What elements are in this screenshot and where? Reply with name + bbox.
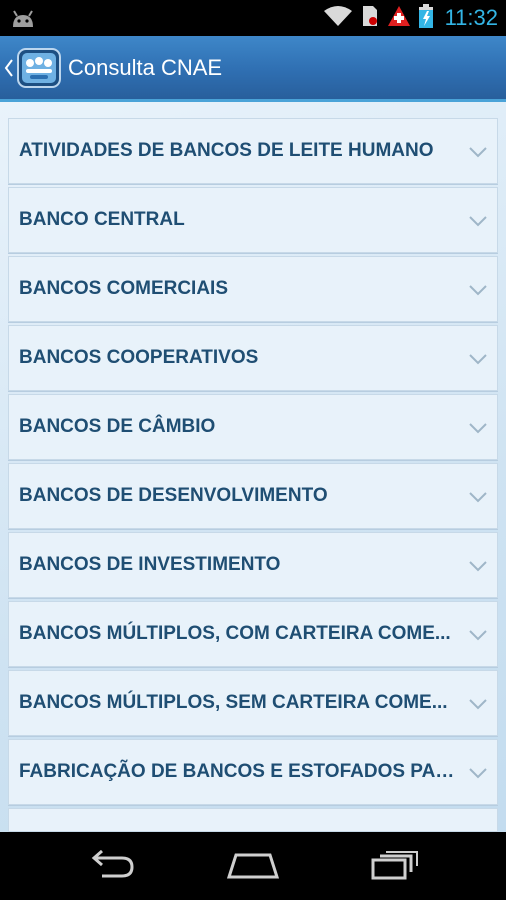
chevron-down-icon[interactable] xyxy=(469,214,487,232)
list-item-label: BANCOS DE INVESTIMENTO xyxy=(19,554,281,575)
page-title: Consulta CNAE xyxy=(68,55,223,80)
status-bar: 11:32 xyxy=(0,0,506,36)
content-area: ATIVIDADES DE BANCOS DE LEITE HUMANO BAN… xyxy=(0,102,506,832)
list-item[interactable]: BANCO CENTRAL xyxy=(8,187,498,253)
chevron-down-icon[interactable] xyxy=(469,628,487,646)
list-item[interactable]: ATIVIDADES DE BANCOS DE LEITE HUMANO xyxy=(8,118,498,184)
chevron-down-icon[interactable] xyxy=(469,559,487,577)
list-item[interactable]: BANCOS DE INVESTIMENTO xyxy=(8,532,498,598)
chevron-down-icon[interactable] xyxy=(469,145,487,163)
chevron-down-icon[interactable] xyxy=(469,766,487,784)
list-item-partial[interactable] xyxy=(8,808,498,832)
back-icon[interactable] xyxy=(88,849,136,885)
swiss-flag-icon xyxy=(387,5,411,32)
list-item-label: BANCOS COOPERATIVOS xyxy=(19,347,259,368)
list-item-label: BANCO CENTRAL xyxy=(19,209,185,230)
chevron-down-icon[interactable] xyxy=(469,697,487,715)
sd-card-icon xyxy=(361,5,379,32)
chevron-down-icon[interactable] xyxy=(469,421,487,439)
list-item-label: BANCOS DE DESENVOLVIMENTO xyxy=(19,485,328,506)
list-item[interactable]: BANCOS DE CÂMBIO xyxy=(8,394,498,460)
list-item[interactable]: BANCOS MÚLTIPLOS, COM CARTEIRA COME... xyxy=(8,601,498,667)
list-item[interactable]: BANCOS DE DESENVOLVIMENTO xyxy=(8,463,498,529)
cnae-list: ATIVIDADES DE BANCOS DE LEITE HUMANO BAN… xyxy=(8,118,498,832)
app-logo-icon[interactable] xyxy=(16,45,62,91)
list-item[interactable]: BANCOS MÚLTIPLOS, SEM CARTEIRA COME... xyxy=(8,670,498,736)
list-item-label: ATIVIDADES DE BANCOS DE LEITE HUMANO xyxy=(19,140,434,161)
battery-charging-icon xyxy=(418,3,433,33)
list-item-label: BANCOS MÚLTIPLOS, COM CARTEIRA COME... xyxy=(19,623,451,644)
status-clock: 11:32 xyxy=(444,5,498,30)
list-item-label: BANCOS DE CÂMBIO xyxy=(19,416,216,437)
list-item[interactable]: FABRICAÇÃO DE BANCOS E ESTOFADOS PAR... xyxy=(8,739,498,805)
list-item-label: BANCOS COMERCIAIS xyxy=(19,278,229,299)
list-item-label: BANCOS MÚLTIPLOS, SEM CARTEIRA COME... xyxy=(19,692,448,713)
chevron-down-icon[interactable] xyxy=(469,352,487,370)
recents-icon[interactable] xyxy=(370,850,420,885)
chevron-down-icon[interactable] xyxy=(469,490,487,508)
chevron-down-icon[interactable] xyxy=(469,283,487,301)
list-item-label: FABRICAÇÃO DE BANCOS E ESTOFADOS PAR... xyxy=(19,761,464,782)
up-caret-icon[interactable] xyxy=(4,58,14,83)
list-item[interactable]: BANCOS COOPERATIVOS xyxy=(8,325,498,391)
navigation-bar xyxy=(0,832,506,900)
wifi-icon xyxy=(323,5,353,32)
screen: 11:32 Consulta CNAE ATIVIDADES DE BANCOS… xyxy=(0,0,506,900)
home-icon[interactable] xyxy=(226,850,280,885)
android-icon xyxy=(10,7,36,34)
list-item[interactable]: BANCOS COMERCIAIS xyxy=(8,256,498,322)
action-bar: Consulta CNAE xyxy=(0,36,506,102)
